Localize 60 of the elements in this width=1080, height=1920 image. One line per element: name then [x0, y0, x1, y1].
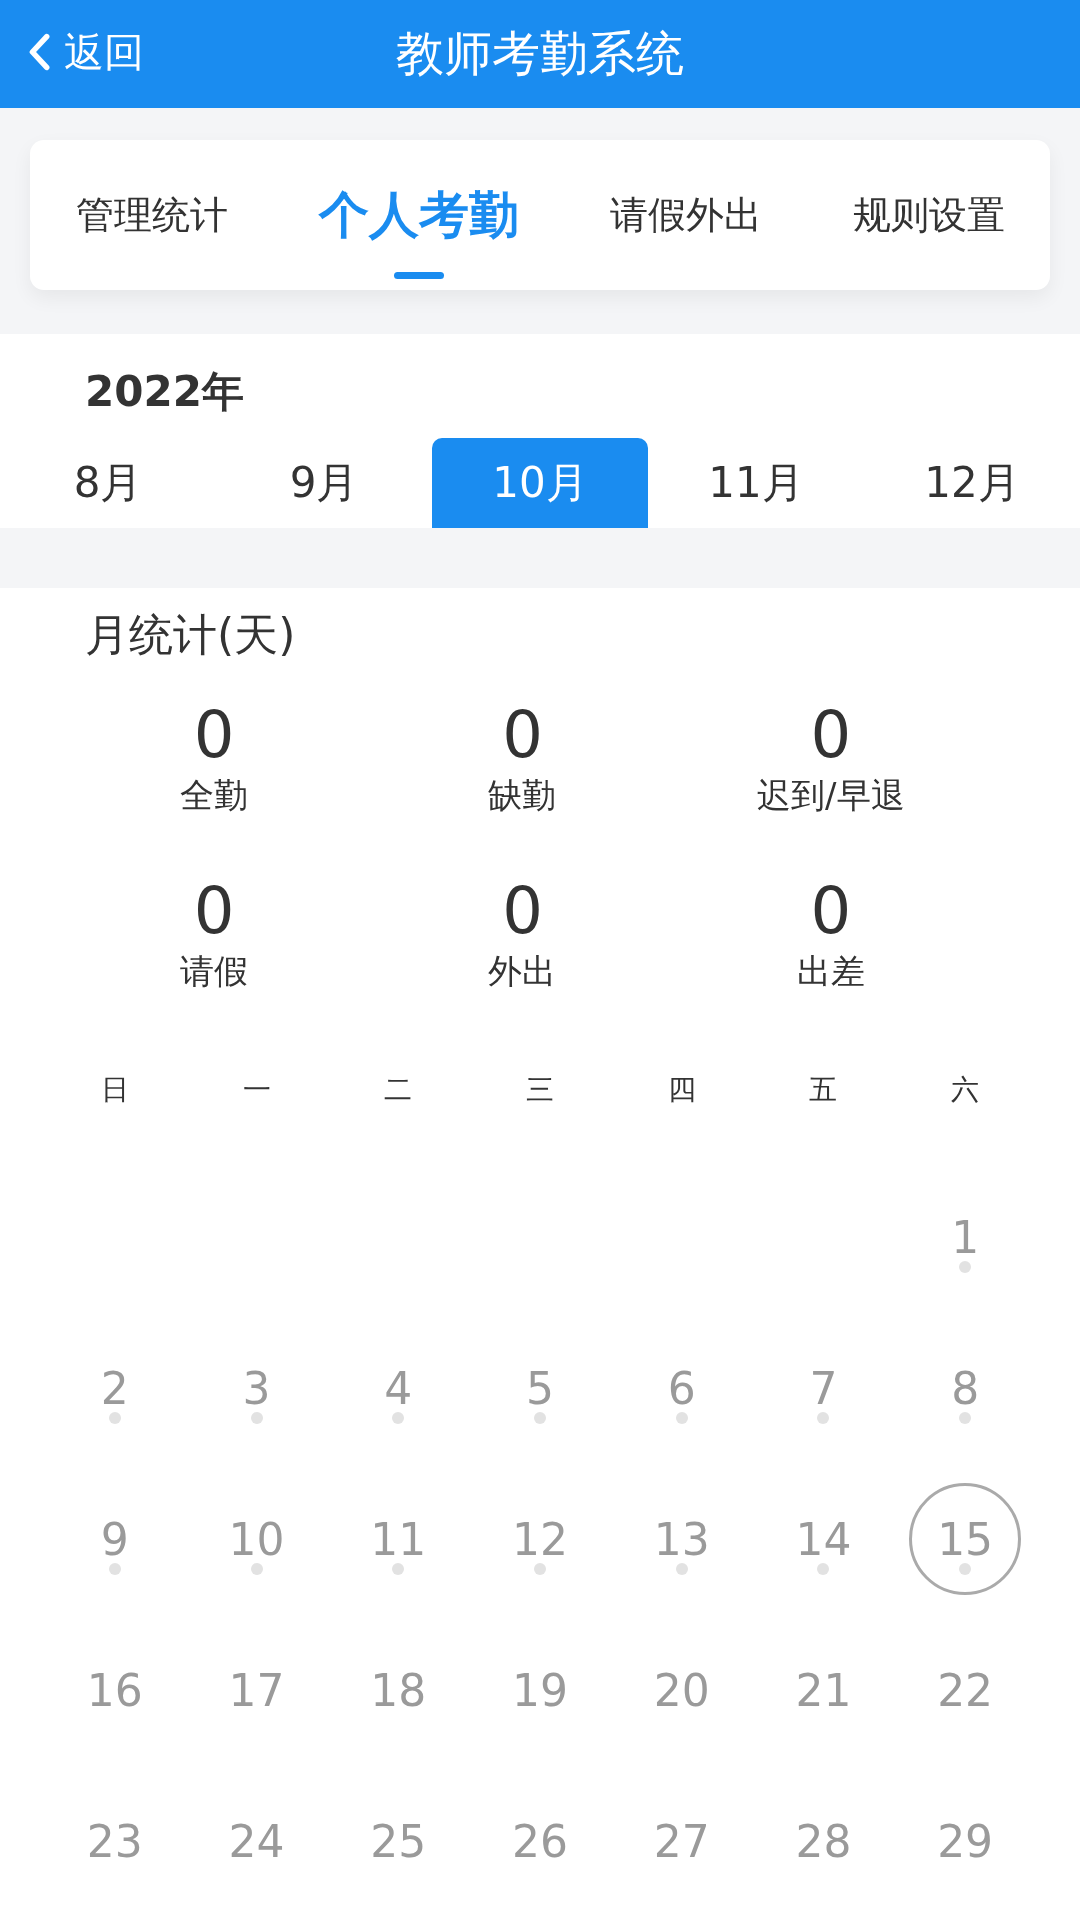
weekday-label: 三 — [525, 1072, 555, 1108]
calendar-day[interactable]: 19 — [484, 1634, 596, 1746]
calendar-day[interactable]: 5 — [484, 1332, 596, 1444]
calendar-day[interactable]: 6 — [625, 1332, 738, 1444]
stat-value: 0 — [810, 875, 852, 947]
calendar-day[interactable]: 13 — [625, 1483, 738, 1595]
calendar-day[interactable]: 3 — [200, 1332, 313, 1444]
calendar-day[interactable]: 7 — [767, 1332, 880, 1444]
calendar-day[interactable]: 8 — [909, 1332, 1022, 1444]
calendar-day[interactable]: 23 — [58, 1785, 171, 1897]
tab[interactable]: 请假外出 — [609, 175, 762, 255]
weekday-label: 日 — [99, 1072, 130, 1108]
calendar-day[interactable]: 21 — [767, 1634, 880, 1746]
back-button[interactable]: 返回 — [28, 10, 144, 94]
calendar-day[interactable]: 18 — [342, 1634, 455, 1746]
stat-value: 0 — [502, 875, 543, 947]
calendar-day[interactable]: 25 — [342, 1785, 455, 1897]
calendar-day[interactable]: 26 — [484, 1785, 596, 1897]
calendar-day[interactable]: 4 — [342, 1332, 455, 1444]
calendar-day[interactable]: 9 — [58, 1483, 171, 1595]
tab[interactable]: 个人考勤 — [318, 167, 519, 279]
month-tab[interactable]: 9月 — [216, 438, 432, 528]
weekday-label: 四 — [666, 1072, 697, 1108]
stat-label: 出差 — [796, 950, 865, 993]
stat-label: 外出 — [488, 950, 557, 993]
tab[interactable]: 规则设置 — [852, 175, 1005, 255]
calendar-day[interactable]: 2 — [58, 1332, 171, 1444]
stat-label: 请假 — [180, 950, 249, 993]
calendar-day[interactable]: 1 — [909, 1181, 1022, 1293]
calendar-day[interactable]: 20 — [625, 1634, 738, 1746]
month-tab[interactable]: 11月 — [648, 438, 864, 528]
weekday-label: 一 — [241, 1072, 272, 1108]
calendar-day[interactable]: 11 — [342, 1483, 455, 1595]
stat-label: 全勤 — [180, 774, 249, 817]
stat-value: 0 — [810, 699, 852, 771]
stat-value: 0 — [193, 699, 235, 771]
calendar-day[interactable]: 14 — [767, 1483, 880, 1595]
stat-label: 迟到/早退 — [757, 774, 905, 817]
month-tab[interactable]: 10月 — [432, 438, 648, 528]
calendar-day[interactable]: 16 — [58, 1634, 171, 1746]
stat-value: 0 — [502, 699, 543, 771]
calendar-day[interactable]: 10 — [200, 1483, 313, 1595]
calendar-day[interactable]: 28 — [767, 1785, 880, 1897]
weekday-label: 二 — [383, 1072, 414, 1108]
weekday-label: 六 — [950, 1072, 981, 1108]
stat-label: 缺勤 — [488, 774, 557, 817]
tab[interactable]: 管理统计 — [75, 175, 228, 255]
section-title: 月统计(天) — [84, 608, 297, 662]
calendar-day[interactable]: 17 — [200, 1634, 313, 1746]
calendar-day[interactable]: 12 — [484, 1483, 596, 1595]
calendar-day[interactable]: 29 — [909, 1785, 1022, 1897]
month-tab[interactable]: 8月 — [0, 438, 216, 528]
month-tab[interactable]: 12月 — [864, 438, 1080, 528]
weekday-label: 五 — [808, 1072, 839, 1108]
stat-value: 0 — [193, 875, 235, 947]
calendar-day[interactable]: 24 — [200, 1785, 313, 1897]
calendar-day[interactable]: 27 — [625, 1785, 738, 1897]
calendar-day[interactable]: 22 — [909, 1634, 1022, 1746]
year-label: 2022年 — [84, 366, 245, 418]
page-title: 教师考勤系统 — [396, 24, 684, 83]
